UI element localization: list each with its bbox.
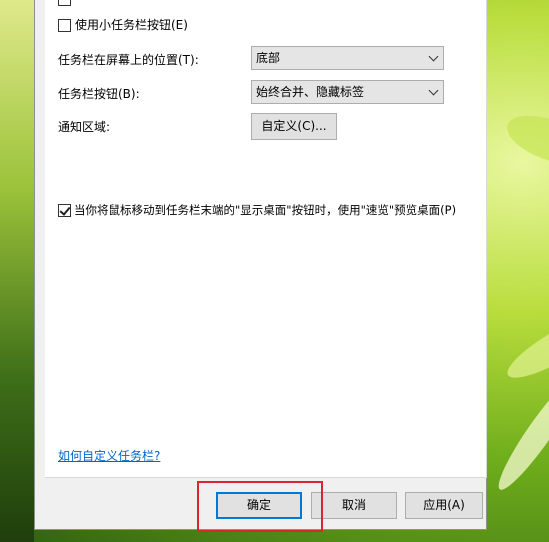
taskbar-buttons-value: 始终合并、隐藏标签 — [256, 85, 365, 99]
clipped-checkbox[interactable] — [58, 0, 71, 6]
wallpaper-leaf — [490, 367, 549, 497]
taskbar-position-value: 底部 — [256, 51, 281, 65]
wallpaper-leaf — [500, 105, 549, 175]
chevron-down-icon — [428, 51, 439, 62]
settings-panel: 使用小任务栏按钮(E) 任务栏在屏幕上的位置(T): 底部 任务栏按钮(B): … — [45, 0, 487, 478]
small-buttons-checkbox[interactable] — [58, 19, 71, 32]
cancel-button[interactable]: 取消 — [311, 492, 397, 519]
small-buttons-label: 使用小任务栏按钮(E) — [75, 18, 188, 32]
help-link[interactable]: 如何自定义任务栏? — [58, 447, 160, 464]
desktop-wallpaper-left — [0, 0, 34, 542]
taskbar-buttons-label: 任务栏按钮(B): — [58, 87, 140, 101]
peek-checkbox[interactable] — [58, 204, 71, 217]
peek-label: 当你将鼠标移动到任务栏末端的"显示桌面"按钮时，使用"速览"预览桌面(P) — [74, 203, 457, 217]
apply-button[interactable]: 应用(A) — [405, 492, 483, 519]
annotation-highlight-box — [197, 481, 323, 532]
taskbar-buttons-dropdown[interactable]: 始终合并、隐藏标签 — [251, 80, 444, 104]
customize-button[interactable]: 自定义(C)... — [251, 113, 337, 140]
chevron-down-icon — [428, 85, 439, 96]
notification-area-label: 通知区域: — [58, 120, 111, 134]
taskbar-settings-dialog: 使用小任务栏按钮(E) 任务栏在屏幕上的位置(T): 底部 任务栏按钮(B): … — [34, 0, 487, 530]
wallpaper-leaf — [500, 302, 549, 388]
taskbar-position-label: 任务栏在屏幕上的位置(T): — [58, 53, 199, 67]
taskbar-position-dropdown[interactable]: 底部 — [251, 46, 444, 70]
